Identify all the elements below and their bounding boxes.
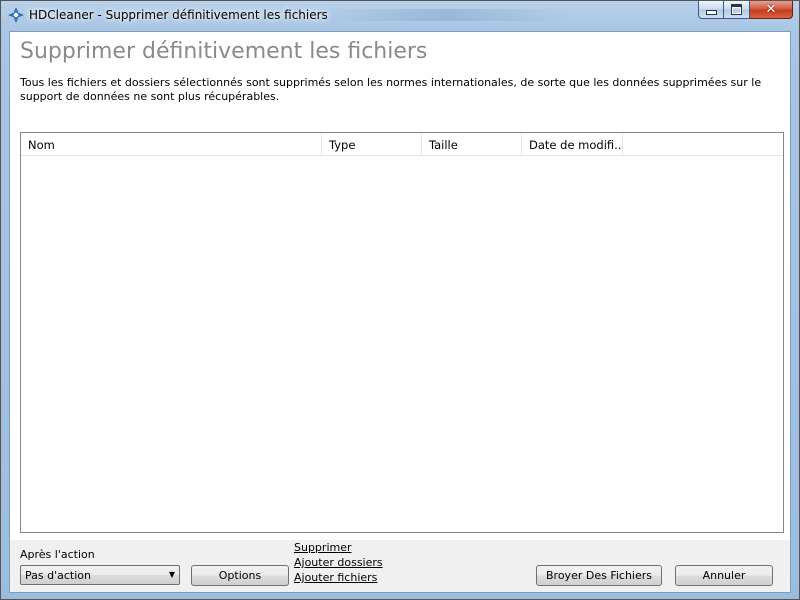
column-header-size[interactable]: Taille <box>422 133 522 155</box>
column-header-date-modified[interactable]: Date de modifi... <box>522 133 623 155</box>
content-panel: Supprimer définitivement les fichiers To… <box>10 32 790 592</box>
client-area: Supprimer définitivement les fichiers To… <box>9 31 791 593</box>
options-button[interactable]: Options <box>191 565 289 586</box>
minimize-icon <box>705 10 717 15</box>
minimize-button[interactable] <box>698 1 724 19</box>
dropdown-arrow-icon: ▼ <box>168 570 175 579</box>
title-bar-glass <box>321 9 571 21</box>
page-title: Supprimer définitivement les fichiers <box>20 39 428 64</box>
after-action-label: Après l'action <box>20 548 95 561</box>
page-description: Tous les fichiers et dossiers sélectionn… <box>20 76 762 103</box>
delete-link[interactable]: Supprimer <box>294 540 383 555</box>
file-list-header: Nom Type Taille Date de modifi... <box>21 133 783 156</box>
shred-files-button[interactable]: Broyer Des Fichiers <box>536 565 662 586</box>
file-list[interactable]: Nom Type Taille Date de modifi... <box>20 132 784 533</box>
caption-buttons: ✕ <box>698 1 793 20</box>
after-action-value: Pas d'action <box>25 569 91 582</box>
title-bar[interactable]: HDCleaner - Supprimer définitivement les… <box>1 1 799 31</box>
hdcleaner-app-icon <box>8 7 24 23</box>
file-actions-links: Supprimer Ajouter dossiers Ajouter fichi… <box>294 540 383 585</box>
app-window: HDCleaner - Supprimer définitivement les… <box>0 0 800 600</box>
maximize-button[interactable] <box>724 1 750 19</box>
add-folders-link[interactable]: Ajouter dossiers <box>294 555 383 570</box>
after-action-dropdown[interactable]: Pas d'action ▼ <box>20 565 180 585</box>
column-header-name[interactable]: Nom <box>21 133 322 155</box>
maximize-icon <box>731 4 742 15</box>
window-title: HDCleaner - Supprimer définitivement les… <box>29 8 328 22</box>
column-header-type[interactable]: Type <box>322 133 422 155</box>
add-files-link[interactable]: Ajouter fichiers <box>294 570 383 585</box>
cancel-button[interactable]: Annuler <box>675 565 773 586</box>
close-icon: ✕ <box>765 2 777 17</box>
action-footer: Après l'action Pas d'action ▼ Options Su… <box>10 540 790 592</box>
close-button[interactable]: ✕ <box>750 1 793 19</box>
